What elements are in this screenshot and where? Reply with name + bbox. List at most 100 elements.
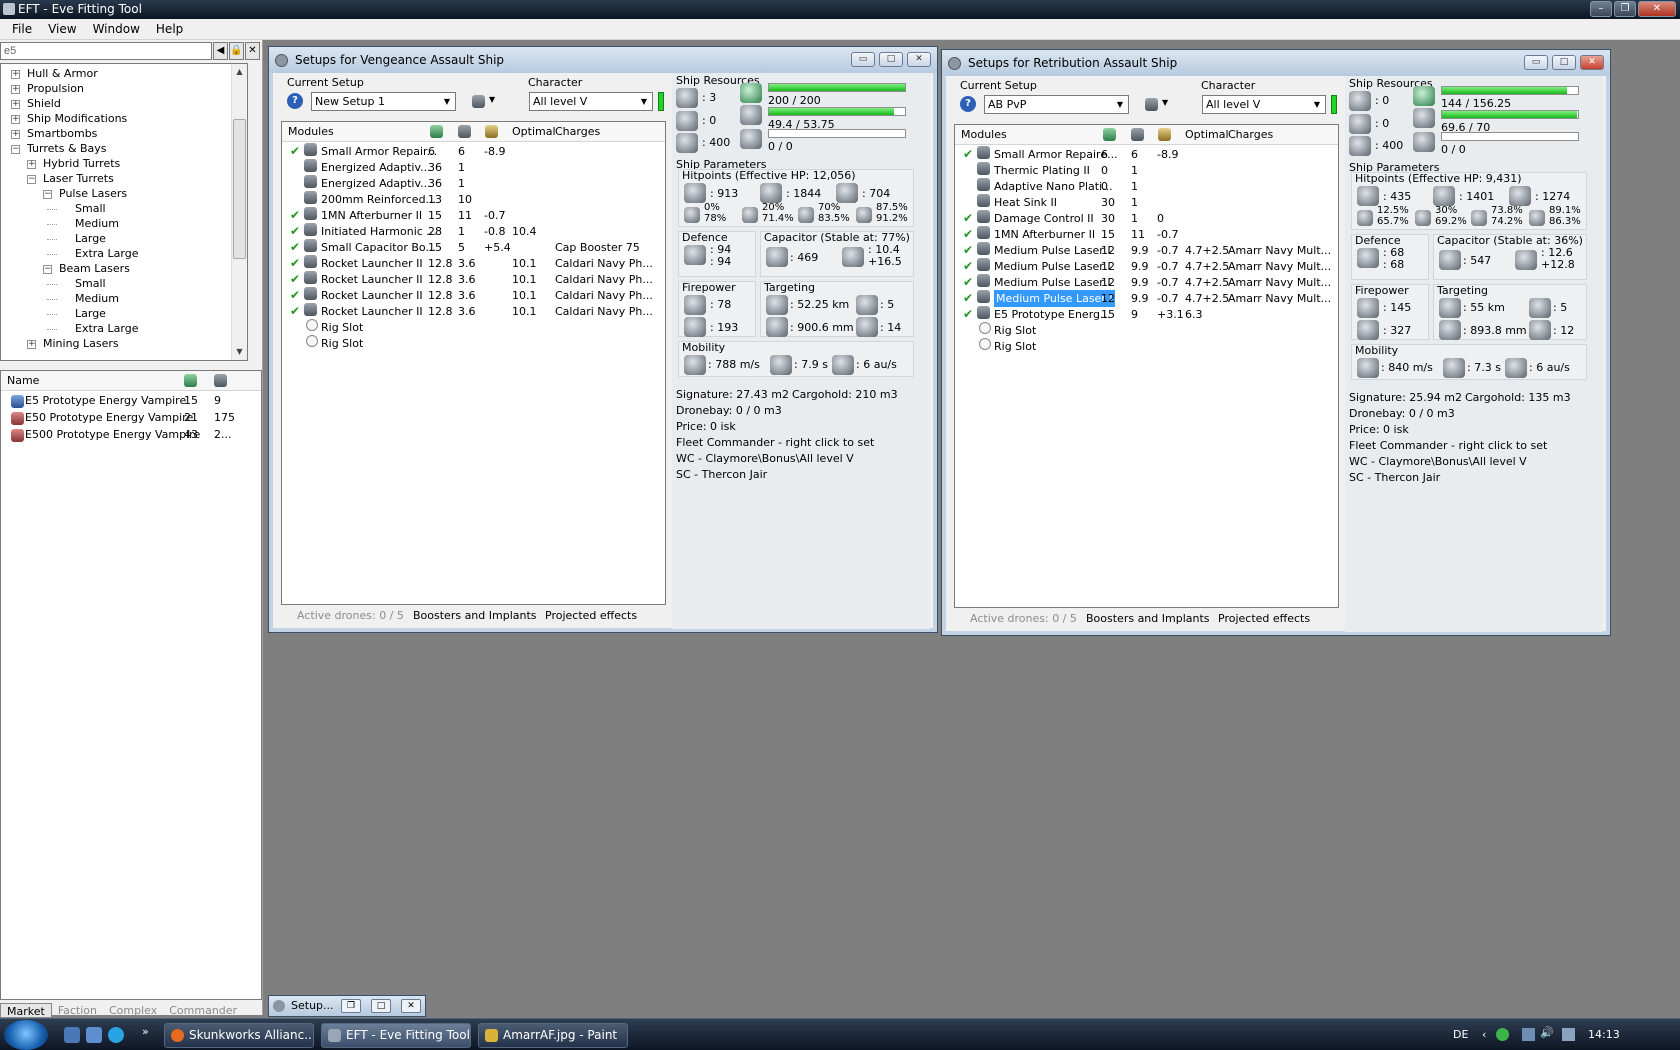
module-row[interactable]: ✔ Rocket Launcher II 12.8 3.6 10.1 Caldari Na… [282,303,665,320]
close-button[interactable]: ✕ [401,999,421,1013]
security-icon[interactable] [1496,1028,1509,1041]
setup-window-vengeance[interactable]: Setups for Vengeance Assault Ship ▭ □ ✕ … [268,46,938,633]
module-row[interactable]: ✔ Small Armor Repair... 6 6 -8.9 [282,143,665,160]
module-row[interactable]: Thermic Plating II 0 1 [955,162,1338,179]
module-row[interactable]: ✔ 1MN Afterburner II 15 11 -0.7 [955,226,1338,243]
tree-item[interactable]: Medium [75,292,119,306]
col-charges[interactable]: Charges [1228,128,1273,141]
col-optimal[interactable]: Optimal [512,125,556,138]
tree-expander-icon[interactable]: − [43,265,52,274]
minimize-button[interactable]: – [1590,1,1612,17]
clock[interactable]: 14:13 [1588,1028,1620,1041]
scroll-down-icon[interactable]: ▼ [232,344,247,360]
menu-window[interactable]: Window [85,22,148,36]
cpu-col-icon[interactable] [1103,128,1116,141]
boosters-implants-tab[interactable]: Boosters and Implants [1086,612,1210,625]
module-row[interactable]: Heat Sink II 30 1 [955,194,1338,211]
module-row[interactable]: ✔ Initiated Harmonic ... 28 1 -0.8 10.4 [282,223,665,240]
tree-expander-icon[interactable]: + [11,70,20,79]
setup-select[interactable]: AB PvP ▼ [984,95,1129,114]
tree-expander-icon[interactable]: + [27,340,36,349]
module-row[interactable]: ✔ Medium Pulse Laser I 12 9.9 -0.7 4.7+2.5 Ama… [955,242,1338,259]
tab-complex[interactable]: Complex [103,1003,163,1018]
col-optimal[interactable]: Optimal [1185,128,1229,141]
module-active-check[interactable]: ✔ [290,239,300,256]
maximize-button[interactable]: □ [879,52,903,67]
capacitor-col-icon[interactable] [485,125,498,138]
col-charges[interactable]: Charges [555,125,600,138]
show-desktop-icon[interactable] [64,1027,80,1043]
module-row[interactable]: ✔ Medium Pulse Laser I 12 9.9 -0.7 4.7+2.5 Ama… [955,258,1338,275]
start-button[interactable] [4,1020,48,1050]
module-row[interactable]: ✔ Rocket Launcher II 12.8 3.6 10.1 Caldari Na… [282,255,665,272]
rig-slot-row[interactable]: Rig Slot [282,319,665,336]
chevron-down-icon[interactable]: ▼ [489,95,495,104]
col-modules[interactable]: Modules [288,125,334,138]
powergrid-col-icon[interactable] [1131,128,1144,141]
tree-item[interactable]: Propulsion [27,82,84,96]
ship-info-line[interactable]: Fleet Commander - right click to set [676,436,874,449]
powergrid-col-icon[interactable] [458,125,471,138]
tree-item[interactable]: Turrets & Bays [27,142,107,156]
tree-expander-icon[interactable]: − [27,175,36,184]
minimized-setup-window[interactable]: Setup... ❐ □ ✕ [268,995,426,1017]
maximize-button[interactable]: □ [371,999,391,1013]
tab-faction[interactable]: Faction [52,1003,103,1018]
module-active-check[interactable]: ✔ [290,223,300,240]
rig-slot-row[interactable]: Rig Slot [282,335,665,352]
tree-item[interactable]: Laser Turrets [43,172,114,186]
module-row[interactable]: 200mm Reinforced... 13 10 [282,191,665,208]
module-active-check[interactable]: ✔ [963,146,973,163]
tree-item[interactable]: Hull & Armor [27,67,98,81]
cpu-col-icon[interactable] [430,125,443,138]
tab-commander[interactable]: Commander [163,1003,243,1018]
restore-button[interactable]: ❐ [341,999,361,1013]
tree-expander-icon[interactable]: − [43,190,52,199]
tree-expander-icon[interactable]: + [27,160,36,169]
window-caption[interactable]: Setups for Retribution Assault Ship ▭ □ … [942,50,1610,76]
setup-window-retribution[interactable]: Setups for Retribution Assault Ship ▭ □ … [941,49,1611,636]
projected-effects-tab[interactable]: Projected effects [1218,612,1310,625]
module-active-check[interactable]: ✔ [963,226,973,243]
module-row[interactable]: ✔ Rocket Launcher II 12.8 3.6 10.1 Caldari Na… [282,271,665,288]
module-row[interactable]: Energized Adaptiv... 36 1 [282,159,665,176]
clear-icon[interactable]: ✕ [245,42,260,60]
ship-info-line[interactable]: Fleet Commander - right click to set [1349,439,1547,452]
module-row[interactable]: ✔ Small Capacitor Bo... 15 5 +5.4 Cap Booster… [282,239,665,256]
chevron-down-icon[interactable]: ▼ [1162,98,1168,107]
switch-windows-icon[interactable] [86,1027,102,1043]
tree-item[interactable]: Hybrid Turrets [43,157,120,171]
volume-icon[interactable]: 🔊 [1540,1026,1554,1039]
ship-tools-icon[interactable] [1145,98,1158,111]
tree-item[interactable]: Smartbombs [27,127,97,141]
ship-tools-icon[interactable] [472,95,485,108]
minimize-button[interactable]: ▭ [851,52,875,67]
module-active-check[interactable]: ✔ [290,255,300,272]
menu-help[interactable]: Help [148,22,191,36]
module-row[interactable]: ✔ 1MN Afterburner II 15 11 -0.7 [282,207,665,224]
module-row[interactable]: ✔ Damage Control II 30 1 0 [955,210,1338,227]
tray-expand-icon[interactable]: ‹ [1482,1028,1486,1041]
module-row[interactable]: Energized Adaptiv... 36 1 [282,175,665,192]
tree-scrollbar[interactable]: ▲ ▼ [231,64,247,360]
tree-expander-icon[interactable]: − [11,145,20,154]
internet-explorer-icon[interactable] [108,1027,124,1043]
tab-market[interactable]: Market [0,1003,52,1018]
tree-expander-icon[interactable]: + [11,85,20,94]
tree-expander-icon[interactable]: + [11,130,20,139]
projected-effects-tab[interactable]: Projected effects [545,609,637,622]
module-active-check[interactable]: ✔ [963,258,973,275]
character-select[interactable]: All level V ▼ [1202,95,1326,114]
module-active-check[interactable]: ✔ [963,290,973,307]
task-paint[interactable]: AmarrAF.jpg - Paint [478,1023,628,1048]
active-drones[interactable]: Active drones: 0 / 5 [970,612,1077,625]
powergrid-col-icon[interactable] [214,374,227,387]
module-row[interactable]: ✔ E5 Prototype Energ... 15 9 +3.1 6.3 [955,306,1338,323]
module-active-check[interactable]: ✔ [963,274,973,291]
module-active-check[interactable]: ✔ [290,271,300,288]
more-icon[interactable]: » [142,1025,149,1038]
boosters-implants-tab[interactable]: Boosters and Implants [413,609,537,622]
display-icon[interactable] [1562,1028,1575,1041]
search-input[interactable] [0,42,212,60]
language-indicator[interactable]: DE [1453,1028,1468,1041]
